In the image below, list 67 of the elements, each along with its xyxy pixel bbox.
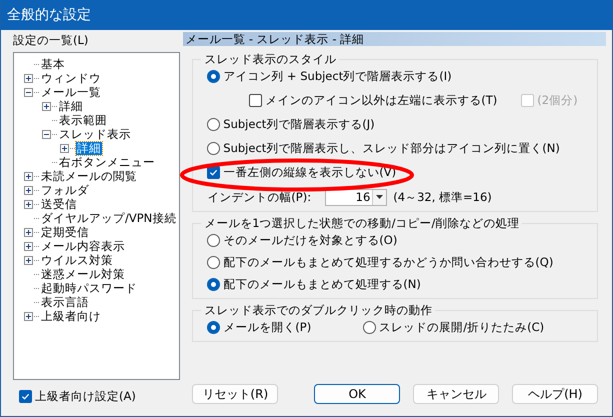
radio-label: アイコン列 + Subject列で階層表示する(I) xyxy=(223,69,452,84)
checkbox-label: (2個分) xyxy=(537,93,578,108)
radio-label: Subject列で階層表示し、スレッド部分はアイコン列に置く(N) xyxy=(223,141,560,156)
tree-item[interactable]: メール内容表示 xyxy=(40,240,126,252)
dialog-button[interactable]: OK xyxy=(314,384,400,404)
radio-label: メールを開く(P) xyxy=(223,320,312,335)
tree-item[interactable]: メール一覧 xyxy=(40,86,102,98)
group-title: スレッド表示でのダブルクリック時の動作 xyxy=(203,303,434,318)
tree-item[interactable]: ウイルス対策 xyxy=(40,254,114,266)
checkbox-label: 上級者向け設定(A) xyxy=(35,389,136,404)
expand-icon[interactable] xyxy=(24,186,33,194)
expand-icon[interactable] xyxy=(24,172,33,180)
tree-item[interactable]: 迷惑メール対策 xyxy=(40,268,126,280)
collapse-icon[interactable] xyxy=(42,130,51,138)
checkbox[interactable] xyxy=(249,94,262,107)
tree-item[interactable]: 送受信 xyxy=(40,198,78,210)
page-header: メール一覧 - スレッド表示 - 詳細 xyxy=(183,32,606,46)
expand-icon[interactable] xyxy=(24,256,33,264)
range-hint: (4～32, 標準=16) xyxy=(393,190,492,204)
tree-item[interactable]: 右ボタンメニュー xyxy=(58,156,156,168)
tree-item[interactable]: 表示範囲 xyxy=(58,114,108,126)
tree-item[interactable]: ウィンドウ xyxy=(40,72,102,84)
dialog-button[interactable]: キャンセル xyxy=(413,384,500,404)
dialog-button[interactable]: リセット(R) xyxy=(192,384,278,404)
radio-button[interactable] xyxy=(207,278,220,291)
group-title: メールを1つ選択した状態での移動/コピー/削除などの処理 xyxy=(203,216,520,231)
radio-label: そのメールだけを対象とする(O) xyxy=(223,233,398,248)
expand-icon[interactable] xyxy=(24,242,33,250)
tree-item[interactable]: 詳細 xyxy=(76,142,102,154)
radio-button[interactable] xyxy=(207,234,220,247)
indent-width-label: インデントの幅(P): xyxy=(207,190,312,204)
radio-label: Subject列で階層表示する(J) xyxy=(223,117,375,132)
radio-button[interactable] xyxy=(363,321,376,334)
tree-item[interactable]: 定期受信 xyxy=(40,226,90,238)
tree-label: 設定の一覧(L) xyxy=(13,32,90,48)
tree-item[interactable]: 詳細 xyxy=(58,100,84,112)
group-title: スレッド表示のスタイル xyxy=(203,52,338,67)
tree-item[interactable]: スレッド表示 xyxy=(58,128,132,140)
radio-label: 配下のメールもまとめて処理するかどうか問い合わせする(Q) xyxy=(223,255,554,270)
radio-button[interactable] xyxy=(207,70,220,83)
radio-label: 配下のメールもまとめて処理する(N) xyxy=(223,277,421,292)
radio-button[interactable] xyxy=(207,321,220,334)
tree-item[interactable]: 基本 xyxy=(40,58,66,70)
expand-icon[interactable] xyxy=(24,312,33,320)
radio-button[interactable] xyxy=(207,142,220,155)
tree-item[interactable]: 未読メールの閲覧 xyxy=(40,170,138,182)
window-title: 全般的な設定 xyxy=(7,6,91,24)
tree-item[interactable]: フォルダ xyxy=(40,184,90,196)
expand-icon[interactable] xyxy=(24,200,33,208)
tree-item[interactable]: 表示言語 xyxy=(40,296,90,308)
checkmark-icon xyxy=(21,392,30,401)
collapse-icon[interactable] xyxy=(24,88,33,96)
expand-icon[interactable] xyxy=(60,144,69,152)
tree-item[interactable]: 起動時パスワード xyxy=(40,282,138,294)
radio-button[interactable] xyxy=(207,256,220,269)
indent-width-spinner[interactable]: 16 xyxy=(325,188,388,206)
checkbox-label: メインのアイコン以外は左端に表示する(T) xyxy=(265,93,498,108)
tree-item[interactable]: 上級者向け xyxy=(40,310,102,322)
tree-item[interactable]: ダイヤルアップ/VPN接続 xyxy=(40,212,178,224)
expand-icon[interactable] xyxy=(42,102,51,110)
checkbox[interactable] xyxy=(19,390,32,403)
dialog-button[interactable]: ヘルプ(H) xyxy=(512,384,598,404)
checkmark-icon xyxy=(209,168,218,177)
expand-icon[interactable] xyxy=(24,74,33,82)
radio-button[interactable] xyxy=(207,118,220,131)
radio-label: スレッドの展開/折りたたみ(C) xyxy=(379,320,544,335)
expand-icon[interactable] xyxy=(24,228,33,236)
